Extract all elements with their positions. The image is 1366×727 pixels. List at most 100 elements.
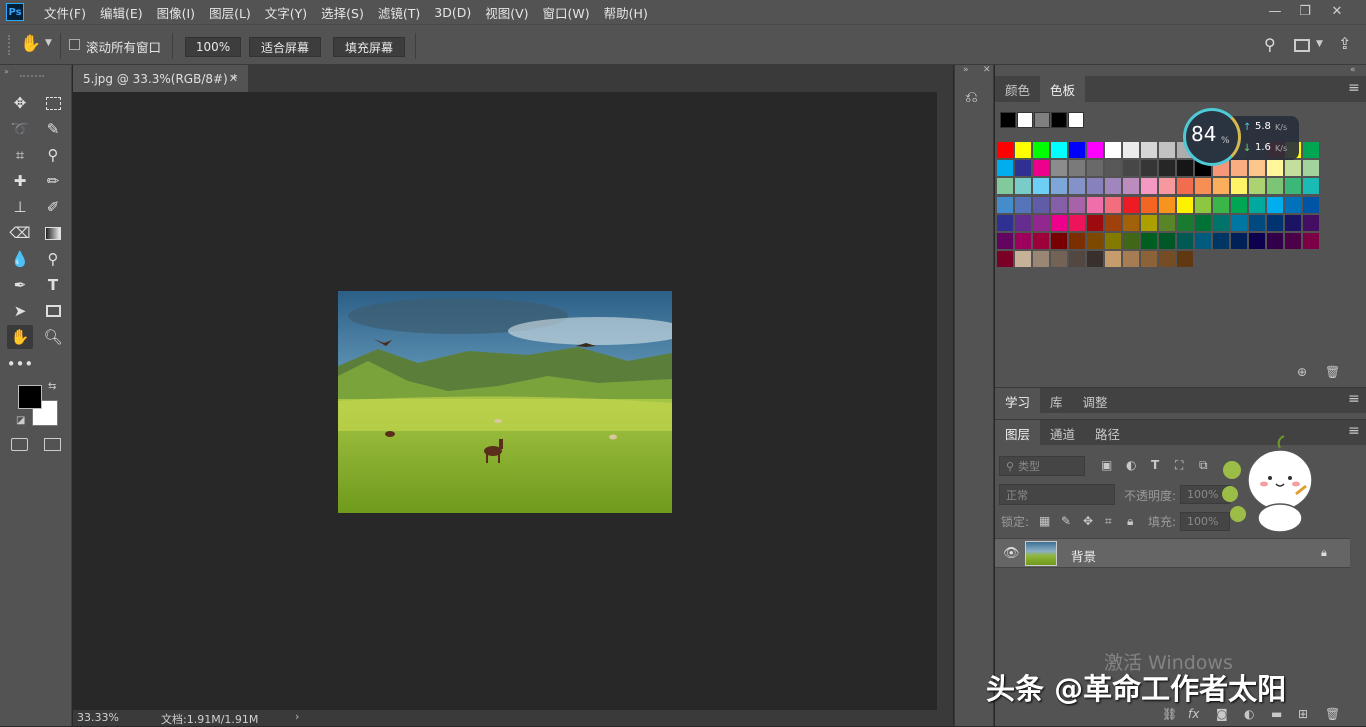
tab-swatches[interactable]: 色板 [1040, 76, 1086, 102]
color-swatch[interactable] [997, 196, 1013, 213]
collapse-dock-icon[interactable]: « [1350, 65, 1356, 75]
history-panel-icon[interactable]: ⎌ [965, 87, 978, 107]
color-swatch[interactable] [1303, 160, 1319, 177]
rectangle-tool-icon[interactable] [40, 299, 66, 323]
gradient-tool-icon[interactable] [40, 221, 66, 245]
color-swatch[interactable] [1249, 233, 1265, 249]
screen-mode-icon[interactable] [44, 438, 61, 451]
pen-tool-icon[interactable]: ✒ [7, 273, 33, 297]
color-swatch[interactable] [1213, 233, 1229, 249]
hand-tool-icon[interactable]: ✋ [7, 325, 33, 349]
hand-tool-preset-icon[interactable]: ✋ [20, 34, 41, 54]
color-swatch[interactable] [1141, 251, 1157, 268]
new-layer-icon[interactable]: ⊞ [1298, 707, 1308, 721]
link-layers-icon[interactable]: ⛓ [1162, 707, 1177, 721]
color-swatch[interactable] [1051, 142, 1067, 158]
color-swatch[interactable] [1015, 160, 1031, 177]
color-swatch[interactable] [1033, 178, 1049, 195]
filter-pixel-icon[interactable]: ▣ [1101, 458, 1112, 472]
color-swatch[interactable] [1267, 233, 1283, 249]
color-swatch[interactable] [1231, 196, 1247, 213]
color-swatch[interactable] [1069, 142, 1085, 158]
color-swatch[interactable] [1105, 160, 1121, 177]
new-swatch-icon[interactable]: ⊕ [1297, 365, 1307, 379]
marquee-tool-icon[interactable] [40, 91, 66, 115]
menu-select[interactable]: 选择(S) [321, 3, 364, 22]
color-swatch[interactable] [1267, 196, 1283, 213]
color-swatch[interactable] [1105, 214, 1121, 231]
color-swatch[interactable] [1159, 142, 1175, 158]
close-panels-icon[interactable]: ✕ [983, 65, 991, 75]
tab-channels[interactable]: 通道 [1040, 420, 1085, 446]
color-swatch[interactable] [1213, 178, 1229, 195]
menu-view[interactable]: 视图(V) [485, 3, 528, 22]
close-button[interactable]: ✕ [1322, 0, 1352, 22]
recent-swatch[interactable] [1017, 112, 1033, 128]
lock-all-icon[interactable]: 🔒︎ [1127, 514, 1133, 529]
fit-screen-button[interactable]: 适合屏幕 [249, 37, 321, 57]
color-swatch[interactable] [1123, 214, 1139, 231]
color-swatch[interactable] [1051, 178, 1067, 195]
color-swatch[interactable] [1303, 233, 1319, 249]
zoom-status[interactable]: 33.33% [77, 711, 119, 724]
color-swatch[interactable] [1231, 233, 1247, 249]
blend-mode-select[interactable]: 正常 [999, 484, 1115, 505]
path-select-tool-icon[interactable]: ➤ [7, 299, 33, 323]
color-swatch[interactable] [1015, 251, 1031, 268]
color-swatch[interactable] [1123, 178, 1139, 195]
network-speed-widget[interactable]: 84 % ↑ 5.8 K/s ↓ 1.6 K/s [1183, 108, 1301, 166]
dodge-tool-icon[interactable]: ⚲ [40, 247, 66, 271]
lock-image-icon[interactable]: ✎ [1061, 514, 1071, 528]
color-swatch[interactable] [1087, 178, 1103, 195]
color-swatch[interactable] [1195, 196, 1211, 213]
color-swatch[interactable] [1069, 160, 1085, 177]
color-swatch[interactable] [997, 178, 1013, 195]
fill-screen-button[interactable]: 填充屏幕 [333, 37, 405, 57]
zoom-100-button[interactable]: 100% [185, 37, 241, 57]
tab-adjustments[interactable]: 调整 [1073, 388, 1118, 414]
status-menu-arrow-icon[interactable]: › [295, 710, 299, 723]
color-swatch[interactable] [1213, 196, 1229, 213]
brush-tool-icon[interactable]: ✏ [40, 169, 66, 193]
menu-3d[interactable]: 3D(D) [434, 5, 471, 20]
color-swatch[interactable] [1267, 214, 1283, 231]
layer-name[interactable]: 背景 [1071, 546, 1096, 565]
filter-smart-object-icon[interactable]: ⧉ [1199, 458, 1208, 473]
color-swatch[interactable] [1015, 214, 1031, 231]
type-tool-icon[interactable]: T [40, 273, 66, 297]
color-swatch[interactable] [1069, 196, 1085, 213]
menu-layer[interactable]: 图层(L) [209, 3, 251, 22]
color-swatch[interactable] [1231, 214, 1247, 231]
color-swatch[interactable] [1105, 178, 1121, 195]
layer-filter-select[interactable]: ⚲ 类型 [999, 456, 1085, 476]
move-tool-icon[interactable]: ✥ [7, 91, 33, 115]
default-colors-icon[interactable]: ◪ [16, 415, 25, 426]
filter-type-icon[interactable]: T [1151, 458, 1159, 472]
tab-layers[interactable]: 图层 [995, 420, 1041, 446]
delete-layer-icon[interactable]: 🗑︎ [1325, 707, 1340, 721]
quick-mask-icon[interactable] [11, 438, 28, 451]
color-swatch[interactable] [1303, 214, 1319, 231]
color-swatch[interactable] [1033, 251, 1049, 268]
panel-menu-icon[interactable]: ≡ [1348, 80, 1360, 96]
blur-tool-icon[interactable]: 💧 [7, 247, 33, 271]
color-swatch[interactable] [1159, 251, 1175, 268]
tab-learn[interactable]: 学习 [995, 388, 1041, 414]
scroll-all-checkbox[interactable] [69, 39, 80, 50]
color-swatch[interactable] [1105, 196, 1121, 213]
tab-color[interactable]: 颜色 [995, 76, 1040, 102]
panel-menu-icon[interactable]: ≡ [1348, 423, 1360, 439]
document-image[interactable] [338, 291, 672, 513]
swap-colors-icon[interactable]: ⇆ [48, 381, 56, 392]
color-swatch[interactable] [1033, 160, 1049, 177]
color-swatch[interactable] [1195, 178, 1211, 195]
zoom-tool-icon[interactable]: 🔍︎ [40, 325, 66, 349]
color-swatch[interactable] [1051, 160, 1067, 177]
vertical-scrollbar[interactable] [937, 92, 953, 710]
color-swatch[interactable] [997, 233, 1013, 249]
trash-icon[interactable]: 🗑︎ [1325, 365, 1340, 379]
recent-swatch[interactable] [1034, 112, 1050, 128]
color-swatch[interactable] [997, 142, 1013, 158]
color-swatch[interactable] [1123, 251, 1139, 268]
eyedropper-tool-icon[interactable]: ⚲ [40, 143, 66, 167]
